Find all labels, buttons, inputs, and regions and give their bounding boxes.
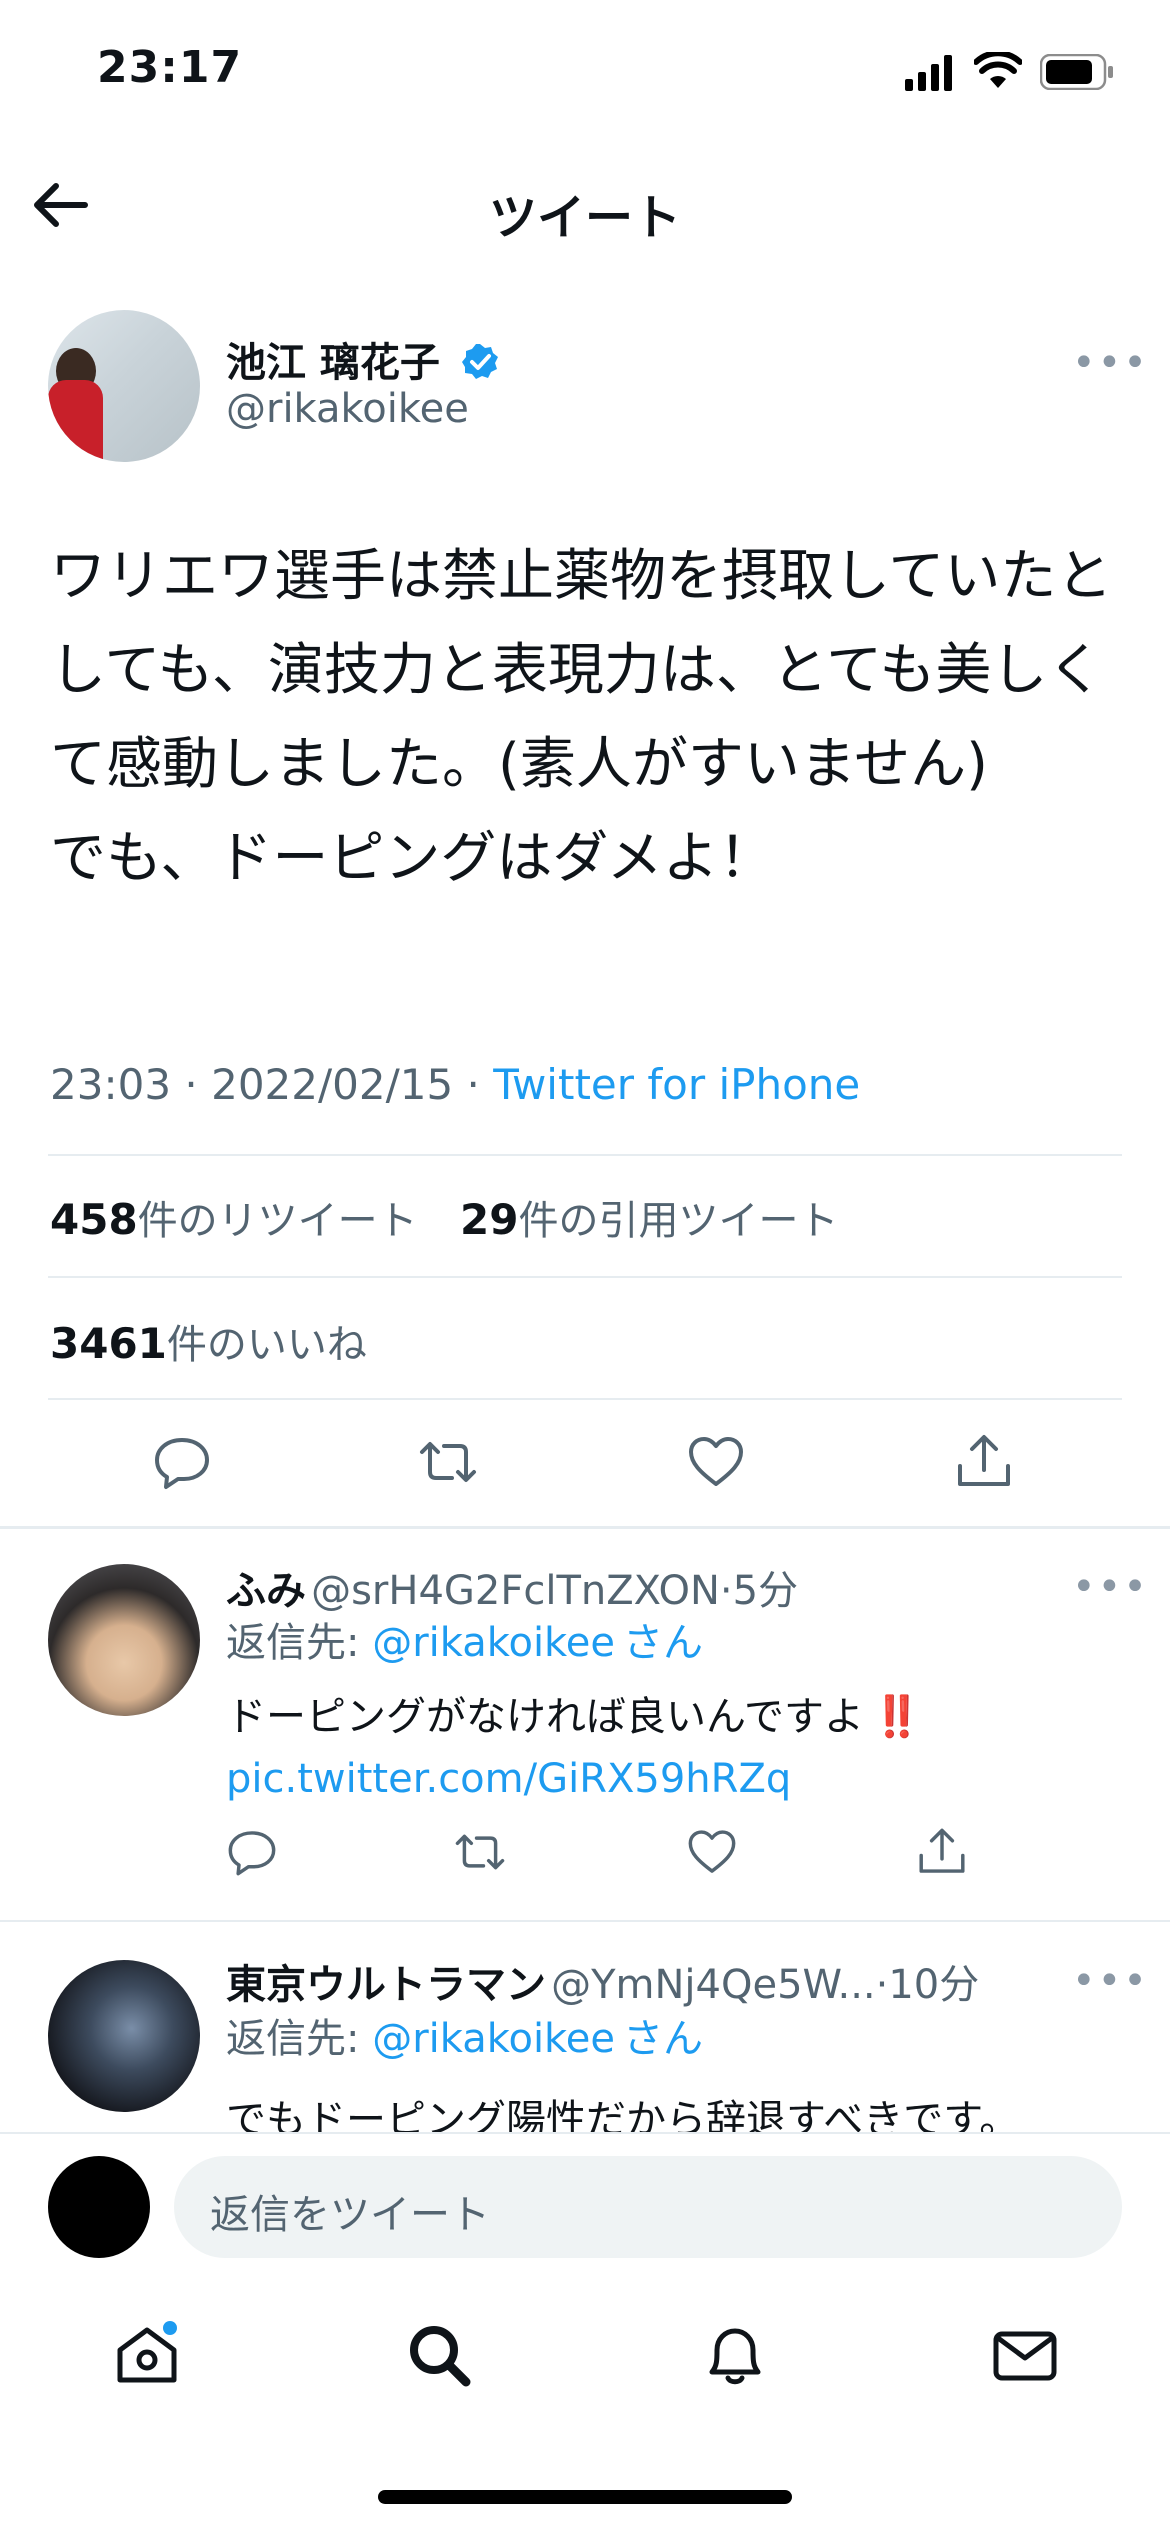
cellular-signal-icon (905, 55, 952, 91)
author-name[interactable]: 池江 璃花子 (226, 330, 500, 388)
tweet-time: 23:03 (50, 1060, 172, 1109)
battery-icon (1040, 54, 1113, 90)
tweet-text: ワリエワ選手は禁止薬物を摂取していたとしても、演技力と表現力は、とても美しくて感… (50, 544, 1113, 891)
divider (48, 1154, 1122, 1156)
reply-text-line: ドーピングがなければ良いんですよ ‼️ (226, 1684, 922, 1750)
retweets-label: 件のリツイート (137, 1198, 418, 1244)
reply-icon[interactable] (152, 1432, 212, 1492)
notifications-bell-icon[interactable] (700, 2320, 770, 2390)
retweet-icon[interactable] (454, 1826, 506, 1878)
tweet-meta: 23:03 · 2022/02/15 · Twitter for iPhone (50, 1060, 861, 1109)
search-icon[interactable] (404, 2320, 474, 2390)
retweet-icon[interactable] (418, 1432, 478, 1492)
tweet-source-link[interactable]: Twitter for iPhone (493, 1060, 860, 1109)
page-title: ツイート (488, 190, 681, 246)
likes-label: 件のいいね (166, 1322, 367, 1368)
current-user-avatar[interactable] (48, 2156, 150, 2258)
compose-placeholder: 返信をツイート (210, 2192, 490, 2238)
section-divider (0, 1526, 1170, 1529)
reply-to-suffix: さん (623, 2016, 704, 2062)
reply-to-line: 返信先: @rikakoikee さん (226, 1610, 703, 1676)
reply-to-prefix: 返信先: (226, 2016, 373, 2062)
tweet-date: 2022/02/15 (211, 1060, 454, 1109)
share-icon[interactable] (916, 1826, 968, 1878)
author-name-text: 池江 璃花子 (226, 340, 440, 386)
divider (48, 1398, 1122, 1400)
reply-header: 東京ウルトラマン @YmNj4Qe5W...·10分 (226, 1962, 980, 2008)
reply-author-name[interactable]: ふみ (226, 1568, 306, 1614)
retweets-count: 458 (50, 1195, 138, 1244)
reply-media-link[interactable]: pic.twitter.com/GiRX59hRZq (226, 1746, 791, 1812)
divider (0, 1920, 1170, 1922)
author-handle[interactable]: @rikakoikee (226, 386, 469, 432)
author-avatar[interactable] (48, 310, 200, 462)
quotes-label: 件の引用ツイート (518, 1198, 839, 1244)
retweets-stat[interactable]: 458件のリツイート (50, 1188, 418, 1246)
like-icon[interactable] (686, 1432, 746, 1492)
wifi-icon (974, 52, 1022, 88)
divider (48, 1276, 1122, 1278)
home-icon[interactable] (112, 2320, 182, 2390)
status-time: 23:17 (97, 42, 243, 93)
reply-text: でもドーピング陽性だから辞退すべきです。 (226, 2097, 1020, 2132)
divider (0, 2132, 1170, 2134)
reply-avatar[interactable] (48, 1564, 200, 1716)
quotes-stat[interactable]: 29件の引用ツイート (460, 1188, 838, 1246)
reply-time: 5分 (732, 1568, 799, 1614)
messages-envelope-icon[interactable] (990, 2320, 1060, 2390)
reply-time: 10分 (888, 1962, 980, 2008)
reply-to-suffix: さん (623, 1620, 704, 1666)
likes-stat[interactable]: 3461件のいいね (50, 1312, 367, 1370)
reply-to-handle[interactable]: @rikakoikee (372, 2016, 615, 2062)
reply-author-handle[interactable]: @srH4G2FclTnZXON (311, 1568, 720, 1614)
verified-badge-icon (461, 344, 498, 379)
likes-count: 3461 (50, 1319, 167, 1368)
more-options-icon[interactable]: ••• (1072, 340, 1149, 386)
reply-to-handle[interactable]: @rikakoikee (372, 1620, 615, 1666)
more-options-icon[interactable]: ••• (1072, 1958, 1149, 2004)
reply-compose-input[interactable]: 返信をツイート (174, 2156, 1122, 2258)
share-icon[interactable] (954, 1432, 1014, 1492)
reply-author-name[interactable]: 東京ウルトラマン (226, 1962, 546, 2008)
like-icon[interactable] (686, 1826, 738, 1878)
double-exclamation-emoji: ‼️ (872, 1694, 922, 1740)
quotes-count: 29 (460, 1195, 519, 1244)
home-indicator[interactable] (378, 2490, 792, 2504)
reply-to-prefix: 返信先: (226, 1620, 373, 1666)
reply-to-line: 返信先: @rikakoikee さん (226, 2006, 703, 2072)
reply-author-handle[interactable]: @YmNj4Qe5W... (551, 1962, 876, 2008)
reply-icon[interactable] (226, 1826, 278, 1878)
more-options-icon[interactable]: ••• (1072, 1564, 1149, 1610)
reply-avatar[interactable] (48, 1960, 200, 2112)
reply-header: ふみ @srH4G2FclTnZXON·5分 (226, 1568, 799, 1614)
reply-text: ドーピングがなければ良いんですよ (226, 1694, 864, 1740)
